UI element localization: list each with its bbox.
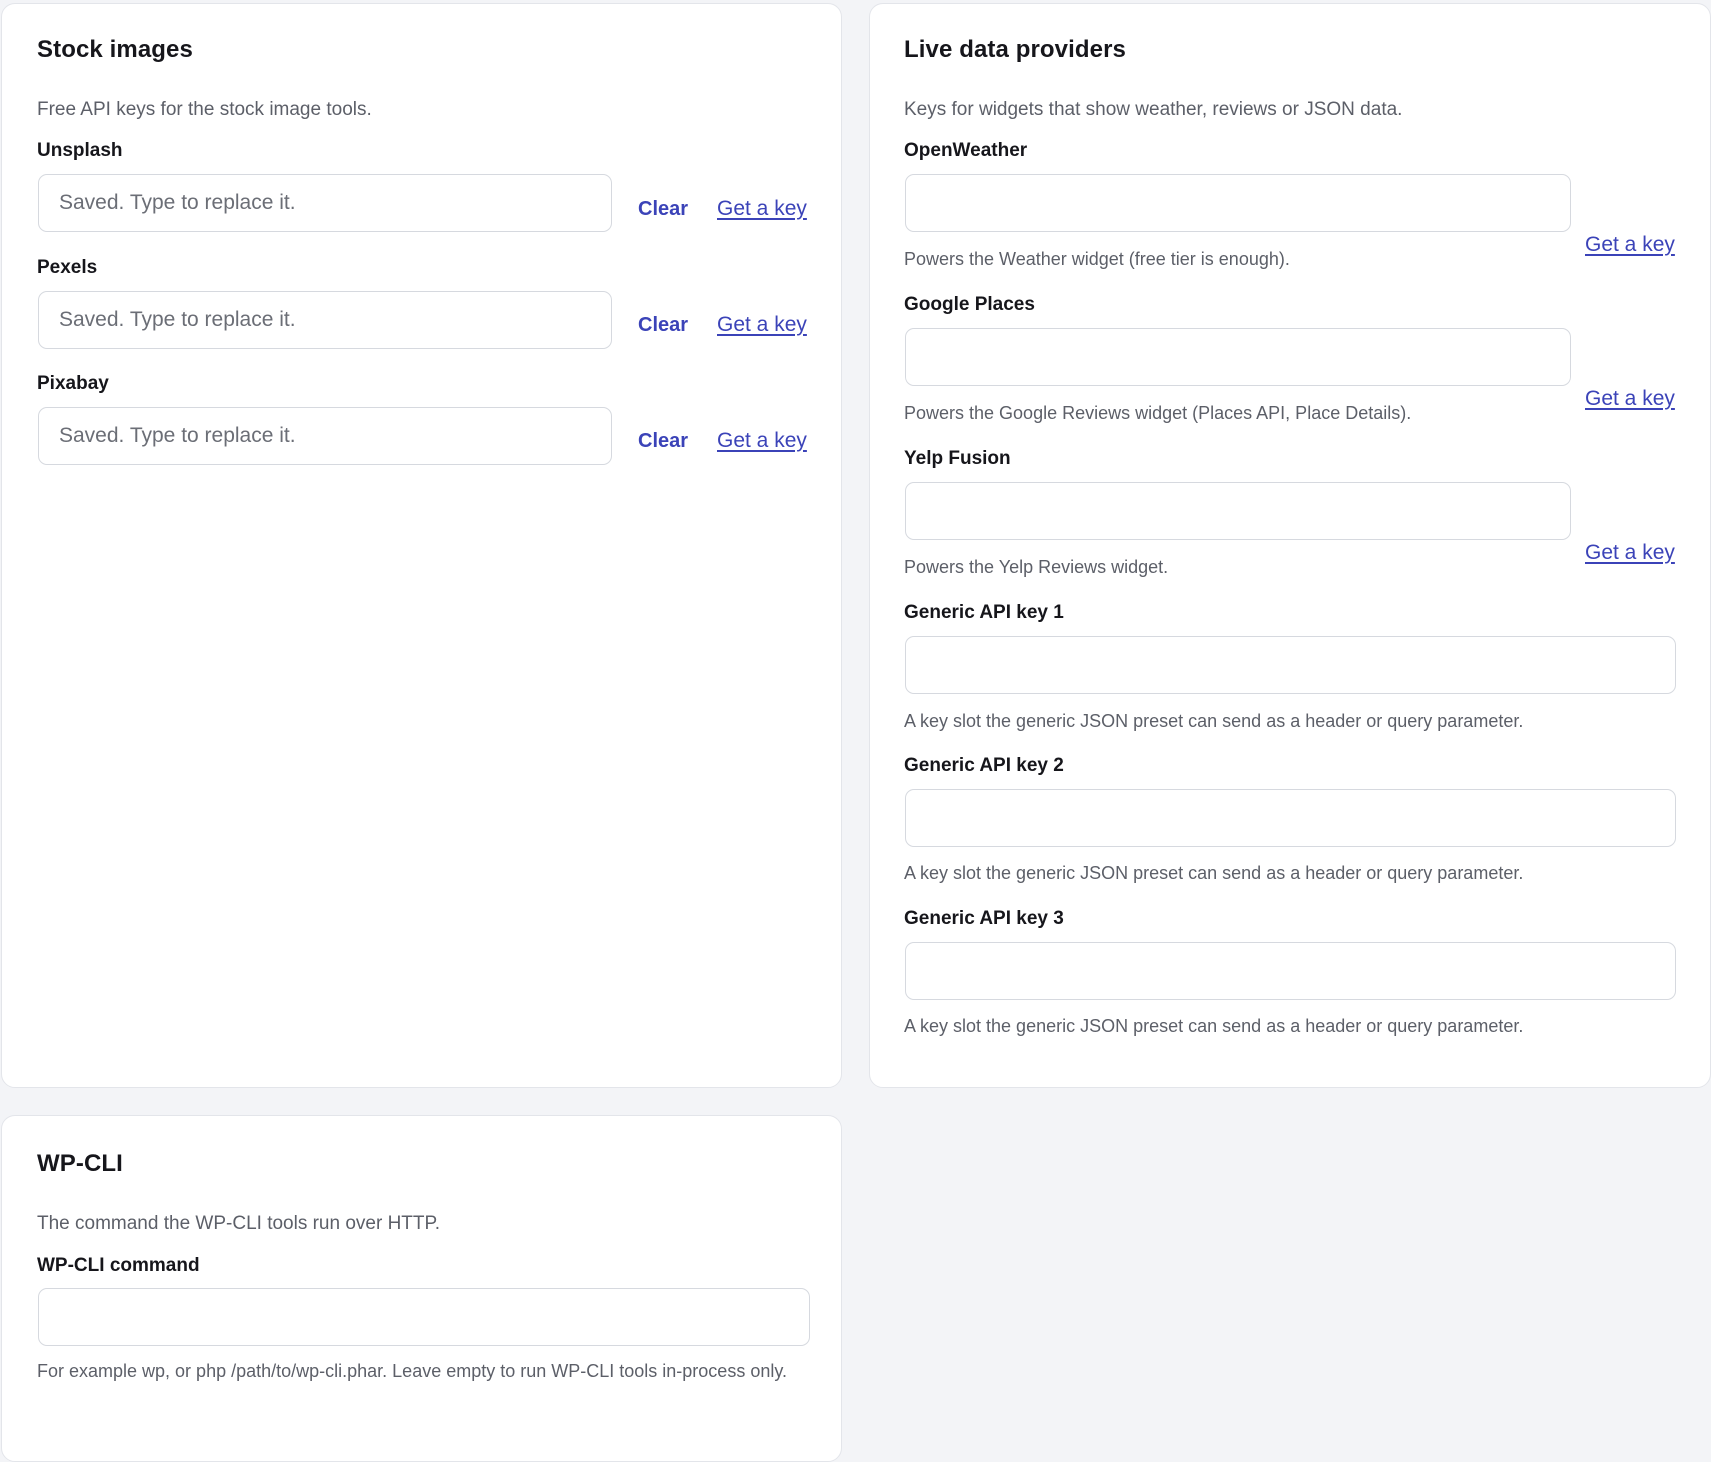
wp-cli-command-input[interactable] — [38, 1288, 810, 1346]
pexels-key-input[interactable] — [38, 291, 612, 349]
stock-images-description: Free API keys for the stock image tools. — [37, 99, 372, 120]
yelp-fusion-key-input[interactable] — [905, 482, 1571, 540]
stock-images-title: Stock images — [37, 36, 193, 63]
wp-cli-title: WP-CLI — [37, 1150, 123, 1177]
wp-cli-description: The command the WP-CLI tools run over HT… — [37, 1213, 441, 1234]
pixabay-key-input[interactable] — [38, 407, 612, 465]
wp-cli-command-label: WP-CLI command — [37, 1255, 200, 1276]
yelp-fusion-label: Yelp Fusion — [904, 448, 1011, 469]
unsplash-clear-button[interactable]: Clear — [638, 198, 688, 221]
unsplash-label: Unsplash — [37, 140, 123, 161]
google-places-help-text: Powers the Google Reviews widget (Places… — [904, 403, 1412, 423]
generic-api-key-3-label: Generic API key 3 — [904, 908, 1064, 929]
live-data-providers-card: Live data providers Keys for widgets tha… — [869, 3, 1711, 1088]
pixabay-get-key-link[interactable]: Get a key — [717, 429, 807, 453]
generic-api-key-1-input[interactable] — [905, 636, 1676, 694]
pexels-label: Pexels — [37, 257, 98, 278]
pexels-clear-button[interactable]: Clear — [638, 314, 688, 337]
generic-api-key-2-help-text: A key slot the generic JSON preset can s… — [904, 863, 1524, 883]
openweather-label: OpenWeather — [904, 140, 1028, 161]
stock-images-card: Stock images Free API keys for the stock… — [1, 3, 842, 1088]
openweather-key-input[interactable] — [905, 174, 1571, 232]
generic-api-key-3-input[interactable] — [905, 942, 1676, 1000]
unsplash-get-key-link[interactable]: Get a key — [717, 197, 807, 221]
openweather-get-key-link[interactable]: Get a key — [1585, 233, 1675, 257]
yelp-fusion-get-key-link[interactable]: Get a key — [1585, 541, 1675, 565]
live-data-title: Live data providers — [904, 36, 1126, 63]
wp-cli-card: WP-CLI The command the WP-CLI tools run … — [1, 1115, 842, 1462]
pixabay-label: Pixabay — [37, 373, 109, 394]
google-places-key-input[interactable] — [905, 328, 1571, 386]
live-data-description: Keys for widgets that show weather, revi… — [904, 99, 1403, 120]
wp-cli-help-text: For example wp, or php /path/to/wp-cli.p… — [37, 1361, 788, 1381]
openweather-help-text: Powers the Weather widget (free tier is … — [904, 249, 1290, 269]
generic-api-key-2-label: Generic API key 2 — [904, 755, 1064, 776]
generic-api-key-3-help-text: A key slot the generic JSON preset can s… — [904, 1016, 1524, 1036]
yelp-fusion-help-text: Powers the Yelp Reviews widget. — [904, 557, 1169, 577]
google-places-get-key-link[interactable]: Get a key — [1585, 387, 1675, 411]
generic-api-key-1-help-text: A key slot the generic JSON preset can s… — [904, 711, 1524, 731]
google-places-label: Google Places — [904, 294, 1035, 315]
pixabay-clear-button[interactable]: Clear — [638, 430, 688, 453]
pexels-get-key-link[interactable]: Get a key — [717, 313, 807, 337]
generic-api-key-2-input[interactable] — [905, 789, 1676, 847]
generic-api-key-1-label: Generic API key 1 — [904, 602, 1064, 623]
unsplash-key-input[interactable] — [38, 174, 612, 232]
